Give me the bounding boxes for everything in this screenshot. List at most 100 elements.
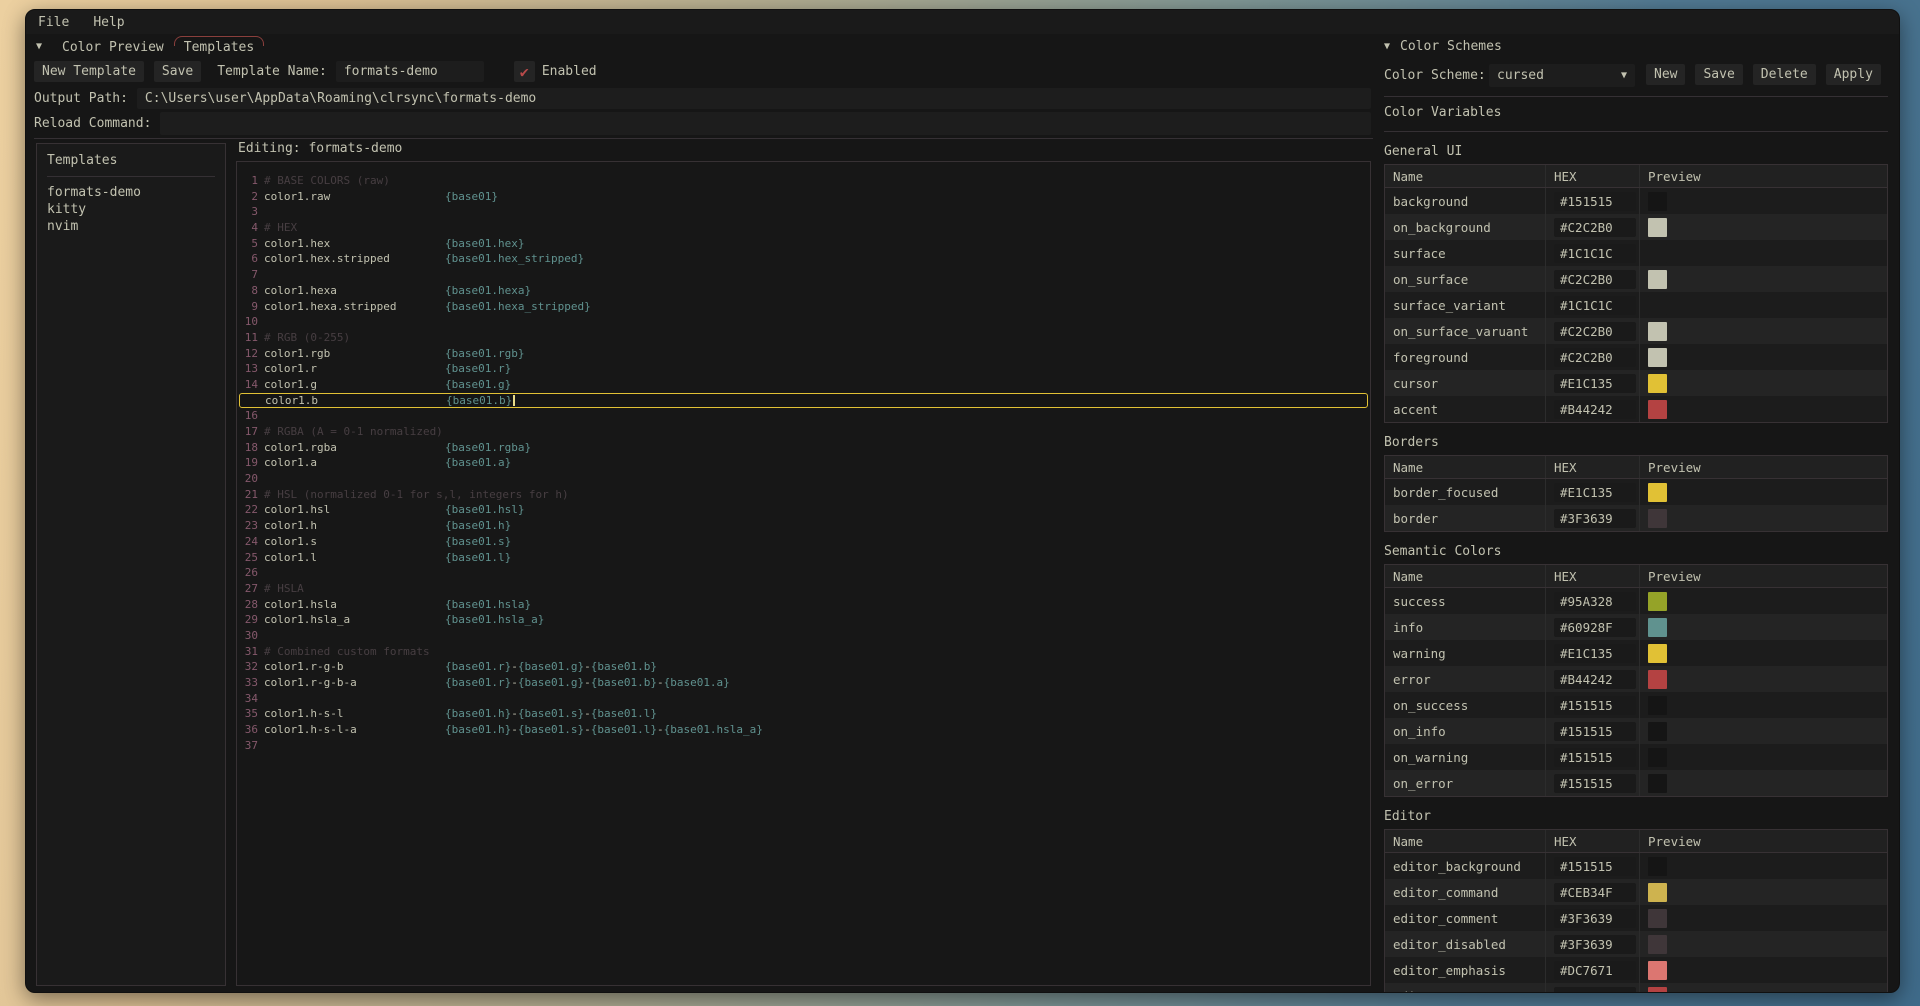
editor-line-30[interactable]: 30 bbox=[237, 628, 1370, 644]
color-swatch[interactable] bbox=[1648, 857, 1667, 876]
editor-line-32[interactable]: 32color1.r-g-b{base01.r}-{base01.g}-{bas… bbox=[237, 659, 1370, 675]
editor-line-31[interactable]: 31# Combined custom formats bbox=[237, 644, 1370, 660]
color-swatch[interactable] bbox=[1648, 644, 1667, 663]
color-swatch[interactable] bbox=[1648, 483, 1667, 502]
hex-input[interactable]: #60928F bbox=[1554, 618, 1636, 637]
color-swatch[interactable] bbox=[1648, 400, 1667, 419]
template-list-item[interactable]: nvim bbox=[47, 218, 215, 235]
hex-input[interactable]: #151515 bbox=[1554, 857, 1636, 876]
color-swatch[interactable] bbox=[1648, 296, 1667, 315]
hex-input[interactable]: #3F3639 bbox=[1554, 509, 1636, 528]
editor-line-13[interactable]: 13color1.r{base01.r} bbox=[237, 361, 1370, 377]
color-swatch[interactable] bbox=[1648, 774, 1667, 793]
tab-list-arrow-icon[interactable]: ▼ bbox=[26, 41, 52, 52]
editor-line-14[interactable]: 14color1.g{base01.g} bbox=[237, 377, 1370, 393]
editor-line-1[interactable]: 1# BASE COLORS (raw) bbox=[237, 173, 1370, 189]
hex-input[interactable]: #B44242 bbox=[1554, 400, 1636, 419]
editor-line-33[interactable]: 33color1.r-g-b-a{base01.r}-{base01.g}-{b… bbox=[237, 675, 1370, 691]
editor-line-24[interactable]: 24color1.s{base01.s} bbox=[237, 534, 1370, 550]
color-swatch[interactable] bbox=[1648, 748, 1667, 767]
editor-line-34[interactable]: 34 bbox=[237, 691, 1370, 707]
hex-input[interactable]: #1C1C1C bbox=[1554, 296, 1636, 315]
template-editor[interactable]: 1# BASE COLORS (raw)2color1.raw{base01}3… bbox=[236, 161, 1371, 986]
save-template-button[interactable]: Save bbox=[154, 61, 201, 82]
template-list-item[interactable]: formats-demo bbox=[47, 184, 215, 201]
color-swatch[interactable] bbox=[1648, 244, 1667, 263]
editor-line-36[interactable]: 36color1.h-s-l-a{base01.h}-{base01.s}-{b… bbox=[237, 722, 1370, 738]
color-scheme-select[interactable]: cursed ▼ bbox=[1489, 64, 1635, 87]
hex-input[interactable]: #C2C2B0 bbox=[1554, 348, 1636, 367]
hex-input[interactable]: #E1C135 bbox=[1554, 644, 1636, 663]
editor-line-20[interactable]: 20 bbox=[237, 471, 1370, 487]
hex-input[interactable]: #151515 bbox=[1554, 748, 1636, 767]
save-scheme-button[interactable]: Save bbox=[1695, 64, 1742, 85]
editor-line-7[interactable]: 7 bbox=[237, 267, 1370, 283]
color-swatch[interactable] bbox=[1648, 670, 1667, 689]
color-swatch[interactable] bbox=[1648, 883, 1667, 902]
hex-input[interactable]: #C2C2B0 bbox=[1554, 270, 1636, 289]
editor-line-35[interactable]: 35color1.h-s-l{base01.h}-{base01.s}-{bas… bbox=[237, 706, 1370, 722]
editor-line-28[interactable]: 28color1.hsla{base01.hsla} bbox=[237, 597, 1370, 613]
color-swatch[interactable] bbox=[1648, 192, 1667, 211]
hex-input[interactable]: #1C1C1C bbox=[1554, 244, 1636, 263]
hex-input[interactable]: #C2C2B0 bbox=[1554, 322, 1636, 341]
editor-line-18[interactable]: 18color1.rgba{base01.rgba} bbox=[237, 440, 1370, 456]
menu-item-help[interactable]: Help bbox=[93, 15, 124, 30]
hex-input[interactable]: #3F3639 bbox=[1554, 909, 1636, 928]
editor-line-16[interactable]: 16 bbox=[237, 408, 1370, 424]
tab-templates[interactable]: Templates bbox=[174, 36, 264, 58]
editor-line-4[interactable]: 4# HEX bbox=[237, 220, 1370, 236]
enabled-checkbox[interactable]: ✔ bbox=[514, 61, 535, 82]
editor-line-6[interactable]: 6color1.hex.stripped{base01.hex_stripped… bbox=[237, 251, 1370, 267]
color-swatch[interactable] bbox=[1648, 218, 1667, 237]
color-swatch[interactable] bbox=[1648, 909, 1667, 928]
editor-line-23[interactable]: 23color1.h{base01.h} bbox=[237, 518, 1370, 534]
hex-input[interactable]: #3F3639 bbox=[1554, 935, 1636, 954]
editor-line-21[interactable]: 21# HSL (normalized 0-1 for s,l, integer… bbox=[237, 487, 1370, 503]
editor-line-29[interactable]: 29color1.hsla_a{base01.hsla_a} bbox=[237, 612, 1370, 628]
editor-line-12[interactable]: 12color1.rgb{base01.rgb} bbox=[237, 346, 1370, 362]
editor-line-15[interactable]: color1.b{base01.b} bbox=[237, 393, 1370, 409]
apply-scheme-button[interactable]: Apply bbox=[1826, 64, 1881, 85]
color-swatch[interactable] bbox=[1648, 592, 1667, 611]
reload-command-input[interactable] bbox=[160, 112, 1371, 135]
new-template-button[interactable]: New Template bbox=[34, 61, 144, 82]
editor-line-5[interactable]: 5color1.hex{base01.hex} bbox=[237, 236, 1370, 252]
hex-input[interactable]: #151515 bbox=[1554, 696, 1636, 715]
hex-input[interactable]: #E1C135 bbox=[1554, 374, 1636, 393]
hex-input[interactable]: #B44242 bbox=[1554, 670, 1636, 689]
template-list-item[interactable]: kitty bbox=[47, 201, 215, 218]
hex-input[interactable]: #B44242 bbox=[1554, 987, 1636, 993]
color-swatch[interactable] bbox=[1648, 322, 1667, 341]
editor-line-22[interactable]: 22color1.hsl{base01.hsl} bbox=[237, 502, 1370, 518]
editor-line-2[interactable]: 2color1.raw{base01} bbox=[237, 189, 1370, 205]
color-swatch[interactable] bbox=[1648, 618, 1667, 637]
output-path-input[interactable]: C:\Users\user\AppData\Roaming\clrsync\fo… bbox=[137, 88, 1371, 109]
editor-line-26[interactable]: 26 bbox=[237, 565, 1370, 581]
editor-line-37[interactable]: 37 bbox=[237, 738, 1370, 754]
editor-line-19[interactable]: 19color1.a{base01.a} bbox=[237, 455, 1370, 471]
editor-line-8[interactable]: 8color1.hexa{base01.hexa} bbox=[237, 283, 1370, 299]
editor-line-10[interactable]: 10 bbox=[237, 314, 1370, 330]
color-swatch[interactable] bbox=[1648, 987, 1667, 993]
color-swatch[interactable] bbox=[1648, 348, 1667, 367]
hex-input[interactable]: #CEB34F bbox=[1554, 883, 1636, 902]
editor-line-27[interactable]: 27# HSLA bbox=[237, 581, 1370, 597]
editor-line-17[interactable]: 17# RGBA (A = 0-1 normalized) bbox=[237, 424, 1370, 440]
color-swatch[interactable] bbox=[1648, 961, 1667, 980]
current-line-input[interactable]: color1.b{base01.b} bbox=[239, 393, 1368, 409]
color-swatch[interactable] bbox=[1648, 270, 1667, 289]
hex-input[interactable]: #151515 bbox=[1554, 774, 1636, 793]
new-scheme-button[interactable]: New bbox=[1646, 64, 1685, 85]
editor-line-3[interactable]: 3 bbox=[237, 204, 1370, 220]
menu-item-file[interactable]: File bbox=[38, 15, 69, 30]
hex-input[interactable]: #C2C2B0 bbox=[1554, 218, 1636, 237]
tab-color-preview[interactable]: Color Preview bbox=[52, 36, 174, 58]
hex-input[interactable]: #95A328 bbox=[1554, 592, 1636, 611]
color-swatch[interactable] bbox=[1648, 935, 1667, 954]
color-swatch[interactable] bbox=[1648, 722, 1667, 741]
hex-input[interactable]: #DC7671 bbox=[1554, 961, 1636, 980]
editor-line-11[interactable]: 11# RGB (0-255) bbox=[237, 330, 1370, 346]
color-swatch[interactable] bbox=[1648, 374, 1667, 393]
hex-input[interactable]: #151515 bbox=[1554, 722, 1636, 741]
